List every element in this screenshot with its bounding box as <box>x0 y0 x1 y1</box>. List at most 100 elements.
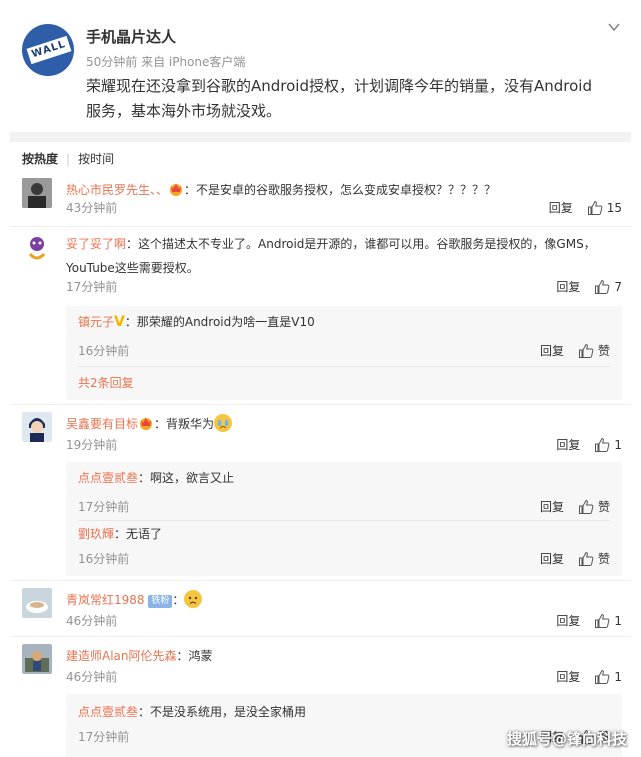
reply-divider <box>78 520 610 521</box>
reply-button[interactable]: 回复 <box>556 278 580 295</box>
comment-divider <box>10 226 631 227</box>
like-button[interactable]: 赞 <box>578 498 610 515</box>
comment-text: ：不是安卓的谷歌服务授权，怎么变成安卓授权？？？？？ <box>184 183 497 197</box>
thumb-up-icon <box>595 279 610 294</box>
reply-item: 镇元子V：那荣耀的Android为啥一直是V10 16分钟前 回复 赞 <box>78 312 610 362</box>
comment-text: ：鸿蒙 <box>176 649 213 663</box>
replier-name[interactable]: 点点壹贰叁 <box>78 705 138 719</box>
watermark: 搜狐号@锋向科技 <box>506 730 627 748</box>
comment-actions: 回复 15 <box>549 199 622 216</box>
like-count: 1 <box>614 613 622 628</box>
commenter-avatar[interactable] <box>22 588 52 618</box>
commenter-name[interactable]: 吴鑫要有目标 <box>66 417 138 431</box>
reply-thread: 点点壹贰叁：啊这，欲言又止 17分钟前 回复 赞 劉玖輝：无语了 16分钟前 回… <box>66 462 622 576</box>
like-button[interactable]: 1 <box>594 437 622 453</box>
comment-body: 热心市民罗先生、、 ：不是安卓的谷歌服务授权，怎么变成安卓授权？？？？？ <box>66 178 622 202</box>
comment-time: 19分钟前 <box>66 438 118 452</box>
comment-body: 青岚常红1988 铁粉： <box>66 588 622 612</box>
crown-badge-icon <box>168 181 184 197</box>
commenter-name[interactable]: 青岚常红1988 <box>66 593 145 607</box>
comment-time: 43分钟前 <box>66 201 118 215</box>
author-avatar[interactable]: WALL <box>22 24 74 76</box>
comment-body: 建造师Alan阿伦先森：鸿蒙 <box>66 644 622 668</box>
crown-badge-icon <box>138 415 154 431</box>
reply-actions: 回复 赞 <box>540 498 610 515</box>
like-count: 15 <box>606 200 622 215</box>
comment-time: 17分钟前 <box>66 280 118 294</box>
like-button[interactable]: 7 <box>594 279 622 295</box>
commenter-name[interactable]: 热心市民罗先生、、 <box>66 183 168 197</box>
like-button[interactable]: 15 <box>587 200 622 216</box>
reply-time: 16分钟前 <box>78 552 130 566</box>
like-label: 赞 <box>597 552 610 566</box>
like-count: 1 <box>614 437 622 452</box>
replier-name[interactable]: 镇元子 <box>78 315 114 329</box>
replier-name[interactable]: 劉玖輝 <box>78 527 114 541</box>
reply-time: 17分钟前 <box>78 730 130 744</box>
reply-time: 17分钟前 <box>78 500 130 514</box>
reply-button[interactable]: 回复 <box>556 668 580 685</box>
reply-text: ：那荣耀的Android为啥一直是V10 <box>124 315 315 329</box>
reply-divider <box>78 366 610 367</box>
post-text: 荣耀现在还没拿到谷歌的Android授权，计划调降今年的销量，没有Android… <box>86 77 592 120</box>
commenter-name[interactable]: 妥了妥了啊 <box>66 237 126 251</box>
like-button[interactable]: 赞 <box>578 342 610 359</box>
more-replies-link[interactable]: 共2条回复 <box>78 374 134 391</box>
commenter-avatar[interactable] <box>22 412 52 442</box>
like-button[interactable]: 1 <box>594 613 622 629</box>
like-label: 赞 <box>597 500 610 514</box>
commenter-avatar[interactable] <box>22 644 52 674</box>
commenter-avatar[interactable] <box>22 232 52 262</box>
commenter-avatar[interactable] <box>22 178 52 208</box>
thumb-up-icon <box>578 343 594 358</box>
post-meta: 50分钟前 来自 iPhone客户端 <box>86 55 246 69</box>
fan-badge: 铁粉 <box>148 595 173 608</box>
reply-thread: 镇元子V：那荣耀的Android为啥一直是V10 16分钟前 回复 赞 共2条回… <box>66 306 622 400</box>
section-separator <box>10 132 631 142</box>
thumb-up-icon <box>595 669 610 684</box>
thumb-up-icon <box>587 200 603 215</box>
commenter-name[interactable]: 建造师Alan阿伦先森 <box>66 649 177 663</box>
sort-by-time-tab[interactable]: 按时间 <box>78 150 114 167</box>
comment-item: 妥了妥了啊：这个描述太不专业了。Android是开源的，谁都可以用。谷歌服务是授… <box>22 232 622 302</box>
sort-bar: 按热度 | 按时间 <box>22 150 114 167</box>
reply-text: ：无语了 <box>114 527 163 541</box>
comment-text: ：背叛华为 <box>154 417 215 431</box>
sort-by-hot-tab[interactable]: 按热度 <box>22 150 58 167</box>
comment-actions: 回复 1 <box>556 436 622 453</box>
avatar-sign-text: WALL <box>26 35 72 65</box>
comment-divider <box>10 404 631 405</box>
like-count: 1 <box>614 669 622 684</box>
emoji-sad-icon <box>184 590 203 608</box>
comment-item: 吴鑫要有目标 ：背叛华为 19分钟前 回复 1 <box>22 412 622 456</box>
author-name[interactable]: 手机晶片达人 <box>86 26 176 47</box>
reply-body: 点点壹贰叁：啊这，欲言又止 <box>78 468 610 488</box>
thumb-up-icon <box>595 437 610 452</box>
reply-actions: 回复 赞 <box>540 342 610 359</box>
chevron-down-icon[interactable] <box>607 20 621 34</box>
like-button[interactable]: 赞 <box>578 550 610 567</box>
thumb-up-icon <box>578 551 594 566</box>
comment-actions: 回复 1 <box>556 668 622 685</box>
reply-time: 16分钟前 <box>78 344 130 358</box>
reply-button[interactable]: 回复 <box>540 498 564 515</box>
like-button[interactable]: 1 <box>594 669 622 685</box>
comment-actions: 回复 7 <box>556 278 622 295</box>
comment-body: 妥了妥了啊：这个描述太不专业了。Android是开源的，谁都可以用。谷歌服务是授… <box>66 232 622 280</box>
reply-button[interactable]: 回复 <box>549 199 573 216</box>
comment-text: ： <box>172 593 185 607</box>
comment-actions: 回复 1 <box>556 612 622 629</box>
reply-button[interactable]: 回复 <box>556 436 580 453</box>
reply-body: 劉玖輝：无语了 <box>78 524 610 544</box>
reply-text: ：啊这，欲言又止 <box>138 471 235 485</box>
emoji-cry-icon <box>214 414 233 432</box>
reply-button[interactable]: 回复 <box>540 342 564 359</box>
reply-button[interactable]: 回复 <box>556 612 580 629</box>
comment-item: 青岚常红1988 铁粉： 46分钟前 回复 1 <box>22 588 622 632</box>
comment-item: 建造师Alan阿伦先森：鸿蒙 46分钟前 回复 1 <box>22 644 622 688</box>
replier-name[interactable]: 点点壹贰叁 <box>78 471 138 485</box>
thumb-up-icon <box>595 613 610 628</box>
comment-text: ：这个描述太不专业了。Android是开源的，谁都可以用。谷歌服务是授权的，像G… <box>66 237 596 275</box>
reply-button[interactable]: 回复 <box>540 550 564 567</box>
like-label: 赞 <box>597 344 610 358</box>
